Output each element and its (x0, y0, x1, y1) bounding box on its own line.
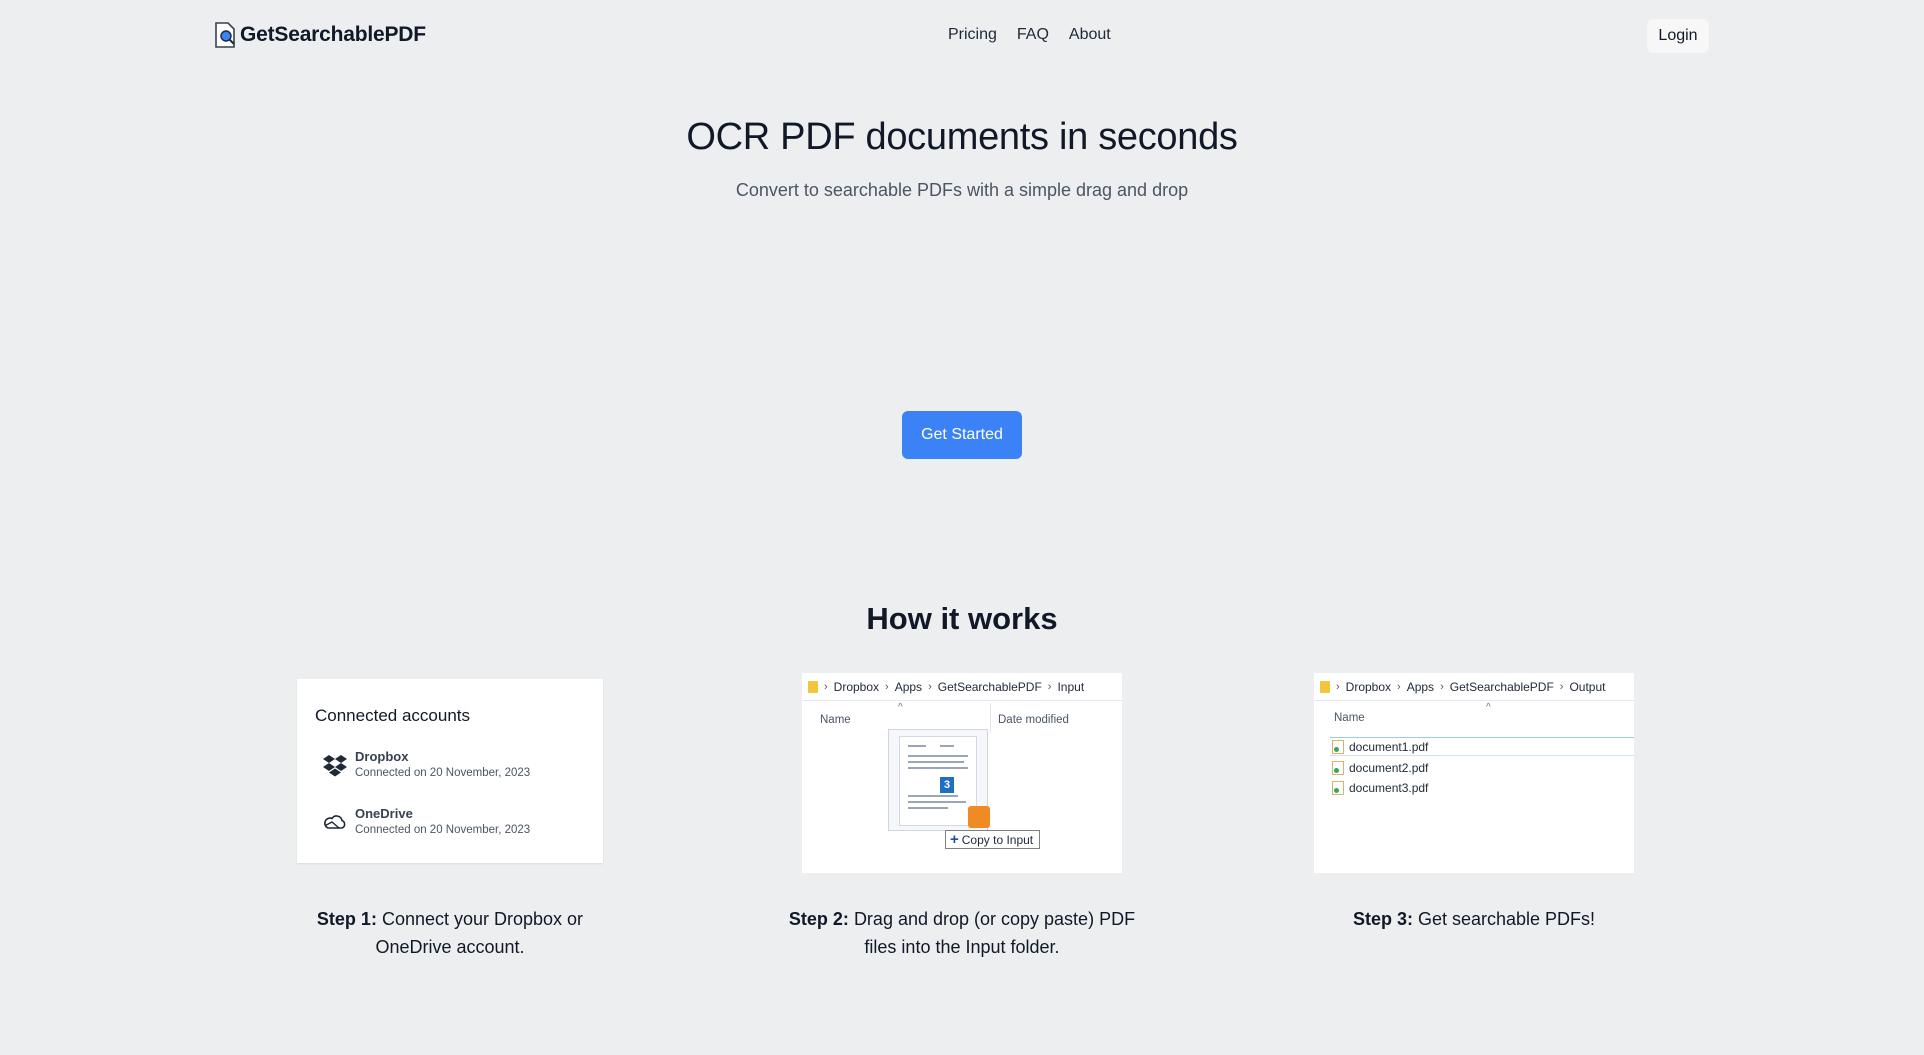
step-label: Step 2: (788, 909, 849, 929)
chevron-right-icon: › (824, 680, 828, 693)
pdf-file-icon (1332, 739, 1344, 754)
login-button[interactable]: Login (1647, 19, 1709, 53)
chevron-right-icon: › (1559, 680, 1564, 693)
folder-icon (808, 680, 818, 693)
dropbox-icon (323, 755, 347, 777)
breadcrumb-item: GetSearchablePDF (937, 679, 1042, 694)
dragged-documents: 3 (888, 729, 990, 831)
step-text: Get searchable PDFs! (1417, 909, 1596, 929)
sort-caret-icon: ^ (1486, 702, 1491, 713)
chevron-right-icon: › (1440, 680, 1444, 693)
sort-caret-icon: ^ (898, 702, 903, 713)
column-header-name: Name (1334, 712, 1365, 724)
account-name: OneDrive (355, 806, 413, 821)
connected-accounts-card: Connected accounts Dropbox Connected on … (297, 679, 603, 863)
chevron-right-icon: › (1047, 680, 1052, 693)
file-row: document1.pdf (1330, 737, 1634, 756)
how-it-works-title: How it works (866, 601, 1058, 636)
app-badge-icon (968, 806, 990, 828)
nav-pricing[interactable]: Pricing (948, 26, 997, 44)
copy-to-input-tooltip: + Copy to Input (945, 830, 1041, 849)
column-header-name: Name (820, 714, 851, 726)
step-text: Drag and drop (or copy paste) PDF files … (853, 909, 1136, 957)
file-row: document2.pdf (1332, 758, 1428, 777)
step-label: Step 3: (1352, 909, 1413, 929)
breadcrumb: › Dropbox › Apps › GetSearchablePDF › In… (802, 673, 1122, 701)
nav-faq[interactable]: FAQ (1017, 26, 1049, 44)
plus-icon: + (950, 831, 959, 848)
column-divider (990, 703, 991, 733)
step-2-caption: Step 2: Drag and drop (or copy paste) PD… (782, 905, 1142, 961)
breadcrumb-item: Output (1569, 679, 1606, 694)
step-label: Step 1: (316, 909, 377, 929)
document-thumbnail: 3 (899, 736, 977, 826)
input-folder-screenshot: › Dropbox › Apps › GetSearchablePDF › In… (802, 673, 1122, 873)
connected-accounts-title: Connected accounts (315, 706, 470, 725)
breadcrumb-item: Dropbox (1345, 679, 1392, 694)
output-folder-screenshot: › Dropbox › Apps › GetSearchablePDF › Ou… (1314, 673, 1634, 873)
breadcrumb-item: Apps (894, 679, 923, 694)
site-header: GetSearchablePDF Pricing FAQ About Login (0, 0, 1924, 72)
account-connected-date: Connected on 20 November, 2023 (355, 767, 531, 779)
breadcrumb-item: Apps (1406, 679, 1435, 694)
file-name: document2.pdf (1349, 760, 1429, 775)
breadcrumb-item: Dropbox (833, 679, 880, 694)
chevron-right-icon: › (1336, 680, 1340, 693)
breadcrumb: › Dropbox › Apps › GetSearchablePDF › Ou… (1314, 673, 1634, 701)
account-dropbox: Dropbox Connected on 20 November, 2023 (323, 749, 530, 779)
nav-about[interactable]: About (1069, 26, 1111, 44)
file-name: document3.pdf (1349, 780, 1429, 795)
chevron-right-icon: › (1397, 680, 1401, 693)
file-row: document3.pdf (1332, 778, 1428, 797)
chevron-right-icon: › (928, 680, 932, 693)
account-onedrive: OneDrive Connected on 20 November, 2023 (323, 806, 530, 836)
chevron-right-icon: › (885, 680, 889, 693)
account-name: Dropbox (355, 749, 409, 764)
step-text: Connect your Dropbox or OneDrive account… (375, 909, 584, 957)
step-1-caption: Step 1: Connect your Dropbox or OneDrive… (297, 905, 603, 961)
file-name: document1.pdf (1349, 739, 1429, 754)
document-search-icon (215, 22, 235, 48)
account-connected-date: Connected on 20 November, 2023 (355, 824, 531, 836)
tooltip-text: Copy to Input (961, 833, 1034, 847)
hero-title: OCR PDF documents in seconds (686, 116, 1238, 158)
hero-subtitle: Convert to searchable PDFs with a simple… (735, 180, 1189, 200)
main-nav: Pricing FAQ About (948, 26, 1111, 44)
pdf-file-icon (1332, 760, 1344, 775)
onedrive-cloud-icon (324, 815, 346, 829)
breadcrumb-item: GetSearchablePDF (1449, 679, 1554, 694)
breadcrumb-item: Input (1057, 679, 1085, 694)
file-count-badge: 3 (940, 777, 954, 793)
pdf-file-icon (1332, 780, 1344, 795)
column-header-date: Date modified (998, 714, 1069, 726)
logo[interactable]: GetSearchablePDF (214, 22, 426, 48)
logo-text: GetSearchablePDF (240, 23, 426, 46)
get-started-button[interactable]: Get Started (902, 411, 1022, 459)
step-3-caption: Step 3: Get searchable PDFs! (1294, 905, 1654, 933)
folder-icon (1320, 680, 1330, 693)
